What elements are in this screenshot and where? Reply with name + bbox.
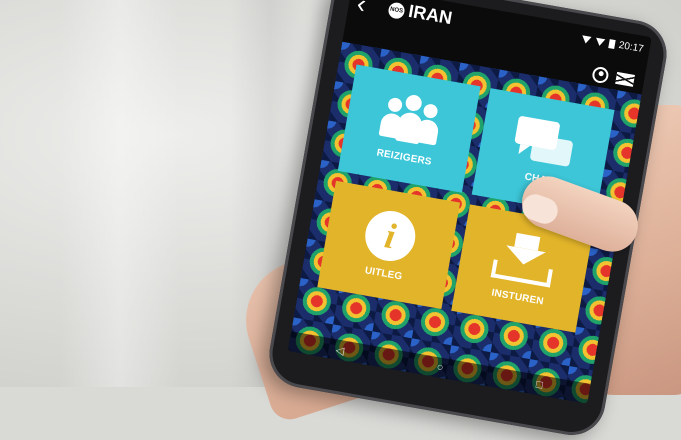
tile-uitleg[interactable]: i UITLEG [317,180,461,309]
status-time: 20:17 [617,39,645,56]
download-icon [490,229,558,289]
battery-icon [608,39,616,50]
nav-home-button[interactable]: ○ [436,361,445,374]
mail-icon[interactable] [615,71,635,87]
tile-label: REIZIGERS [375,146,433,168]
app-logo: NOS [387,1,406,20]
chat-icon [511,115,578,171]
tile-reizigers[interactable]: REIZIGERS [337,64,481,193]
user-icon[interactable] [591,65,610,85]
app-title: IRAN [406,0,454,29]
info-icon: i [361,206,420,265]
tile-label: INSTUREN [490,287,545,308]
status-bar: 20:17 [580,33,644,55]
fabric-fold [60,0,180,387]
tile-label: UITLEG [364,264,404,283]
back-arrow-icon[interactable]: ‹ [355,0,369,19]
nav-back-button[interactable]: ◁ [335,343,346,357]
signal-icon [594,37,605,47]
people-icon [378,90,444,149]
wifi-icon [581,35,592,45]
nav-recent-button[interactable]: □ [535,379,544,392]
